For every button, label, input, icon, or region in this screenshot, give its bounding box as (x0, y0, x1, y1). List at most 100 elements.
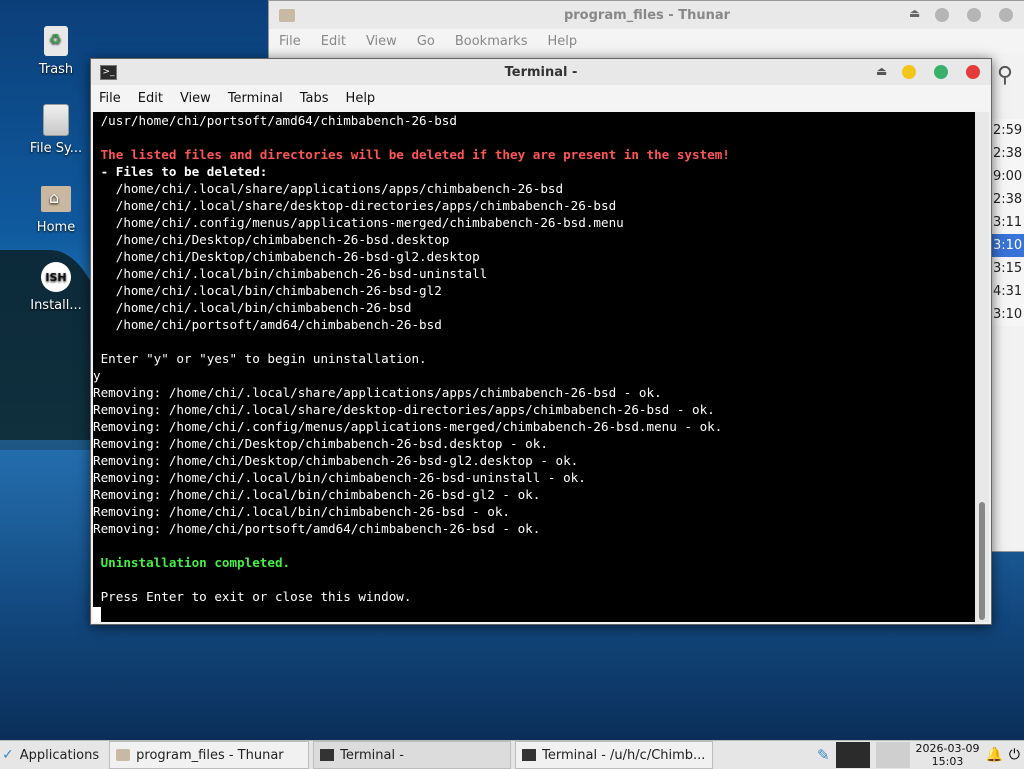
list-item[interactable]: 9:00 (991, 165, 1024, 188)
desktop-icon-filesystem[interactable]: File Sy... (14, 103, 98, 156)
power-icon[interactable]: ⏻ (1009, 747, 1020, 763)
desktop-icon-label: Install... (30, 298, 82, 313)
menu-terminal[interactable]: Terminal (228, 91, 283, 106)
ish-icon: ISH (41, 262, 71, 292)
task-label: program_files - Thunar (136, 747, 284, 763)
menu-help[interactable]: Help (346, 91, 376, 106)
menu-file[interactable]: File (99, 91, 121, 106)
home-folder-icon (41, 186, 71, 212)
terminal-titlebar[interactable]: >_ Terminal - ⏏ (91, 59, 991, 85)
list-item[interactable]: 3:10 (991, 303, 1024, 326)
terminal-line: Uninstallation completed. (93, 555, 291, 570)
desktop-icon-home[interactable]: Home (14, 182, 98, 235)
terminal-line: y (93, 368, 101, 383)
clock[interactable]: 2026-03-09 15:03 (916, 742, 980, 768)
list-item[interactable]: 2:59 (991, 119, 1024, 142)
clock-date: 2026-03-09 (915, 742, 980, 755)
folder-icon (116, 749, 131, 761)
applications-label: Applications (19, 747, 100, 763)
terminal-line: Removing: /home/chi/.config/menus/applic… (93, 419, 723, 434)
thunar-time-column: 2:59 2:38 9:00 2:38 3:11 3:10 3:15 4:31 … (991, 119, 1024, 326)
menu-file[interactable]: File (279, 34, 301, 49)
maximize-button[interactable] (967, 8, 981, 22)
menu-help[interactable]: Help (547, 34, 577, 49)
shade-icon[interactable]: ⏏ (876, 64, 887, 78)
scrollbar-thumb[interactable] (979, 502, 985, 620)
terminal-menubar: File Edit View Terminal Tabs Help (91, 85, 991, 111)
terminal-line: /home/chi/.local/share/desktop-directori… (93, 198, 617, 213)
terminal-scrollbar[interactable] (975, 112, 989, 622)
clock-time: 15:03 (931, 755, 964, 768)
terminal-window[interactable]: >_ Terminal - ⏏ File Edit View Terminal … (90, 58, 992, 625)
desktop-icon-installer[interactable]: ISH Install... (14, 260, 98, 313)
desktop-icon-label: Trash (38, 62, 74, 77)
applications-menu-button[interactable]: ✓ Applications (0, 742, 105, 768)
task-label: Terminal - /u/h/c/Chimb... (542, 747, 706, 763)
terminal-line: /home/chi/.local/bin/chimbabench-26-bsd-… (93, 283, 442, 298)
menu-edit[interactable]: Edit (138, 91, 163, 106)
trash-icon (44, 26, 68, 56)
minimize-button[interactable] (902, 65, 916, 79)
close-button[interactable] (999, 8, 1013, 22)
desktop-icon-trash[interactable]: Trash (14, 24, 98, 77)
terminal-line: Removing: /home/chi/Desktop/chimbabench-… (93, 436, 548, 451)
terminal-line: /home/chi/.config/menus/applications-mer… (93, 215, 624, 230)
pen-icon[interactable]: ✎ (817, 746, 830, 764)
terminal-line: Removing: /home/chi/.local/bin/chimbaben… (93, 470, 586, 485)
terminal-line: Removing: /home/chi/.local/share/desktop… (93, 402, 715, 417)
thunar-titlebar[interactable]: program_files - Thunar ⏏ (269, 1, 1024, 29)
terminal-line: Press Enter to exit or close this window… (93, 589, 412, 604)
search-icon[interactable]: ⚲ (997, 63, 1013, 88)
terminal-line: /home/chi/.local/share/applications/apps… (93, 181, 564, 196)
task-terminal[interactable]: Terminal - (313, 741, 512, 769)
list-item-selected[interactable]: 3:10 (991, 234, 1024, 257)
menu-view[interactable]: View (180, 91, 211, 106)
workspace-switcher-active[interactable] (835, 742, 870, 768)
list-item[interactable]: 4:31 (991, 280, 1024, 303)
terminal-line: Enter "y" or "yes" to begin uninstallati… (93, 351, 427, 366)
terminal-title: Terminal - (504, 64, 578, 80)
menu-bookmarks[interactable]: Bookmarks (455, 34, 528, 49)
terminal-line: /home/chi/.local/bin/chimbabench-26-bsd (93, 300, 412, 315)
menu-tabs[interactable]: Tabs (300, 91, 329, 106)
terminal-output[interactable]: /usr/home/chi/portsoft/amd64/chimbabench… (93, 112, 975, 622)
menu-view[interactable]: View (366, 34, 397, 49)
thunar-menubar: File Edit View Go Bookmarks Help (269, 29, 1024, 53)
terminal-line: Removing: /home/chi/.local/bin/chimbaben… (93, 487, 541, 502)
terminal-line: /home/chi/portsoft/amd64/chimbabench-26-… (93, 317, 442, 332)
terminal-line: /home/chi/.local/bin/chimbabench-26-bsd-… (93, 266, 488, 281)
list-item[interactable]: 3:15 (991, 257, 1024, 280)
task-terminal-2[interactable]: Terminal - /u/h/c/Chimb... (515, 741, 714, 769)
close-button[interactable] (966, 65, 980, 79)
drive-icon (43, 104, 69, 136)
terminal-cursor-line (93, 605, 975, 622)
terminal-line: Removing: /home/chi/.local/share/applica… (93, 385, 662, 400)
terminal-line: /usr/home/chi/portsoft/amd64/chimbabench… (93, 113, 457, 128)
notification-bell-icon[interactable]: 🔔 (985, 747, 1002, 763)
terminal-line: Removing: /home/chi/portsoft/amd64/chimb… (93, 521, 541, 536)
menu-edit[interactable]: Edit (321, 34, 346, 49)
terminal-line: /home/chi/Desktop/chimbabench-26-bsd.des… (93, 232, 450, 247)
terminal-icon (320, 749, 335, 761)
terminal-icon (522, 749, 537, 761)
list-item[interactable]: 3:11 (991, 211, 1024, 234)
minimize-button[interactable] (935, 8, 949, 22)
list-item[interactable]: 2:38 (991, 188, 1024, 211)
terminal-line: Removing: /home/chi/Desktop/chimbabench-… (93, 453, 579, 468)
terminal-icon: >_ (100, 64, 117, 80)
maximize-button[interactable] (934, 65, 948, 79)
list-item[interactable]: 2:38 (991, 142, 1024, 165)
menu-go[interactable]: Go (417, 34, 435, 49)
text-cursor (93, 607, 101, 622)
terminal-line: Removing: /home/chi/.local/bin/chimbaben… (93, 504, 511, 519)
shade-icon[interactable]: ⏏ (909, 6, 920, 20)
task-thunar[interactable]: program_files - Thunar (109, 741, 310, 769)
applications-icon: ✓ (2, 747, 14, 763)
workspace-switcher[interactable] (875, 742, 910, 768)
terminal-line: - Files to be deleted: (93, 164, 268, 179)
terminal-line: /home/chi/Desktop/chimbabench-26-bsd-gl2… (93, 249, 480, 264)
desktop-icon-label: File Sy... (29, 141, 83, 156)
task-label: Terminal - (340, 747, 404, 763)
